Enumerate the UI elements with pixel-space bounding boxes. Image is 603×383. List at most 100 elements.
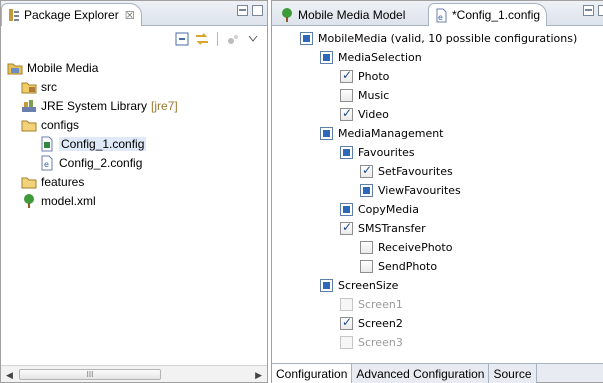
feature-selected-icon[interactable] bbox=[320, 278, 333, 292]
feature-selected-icon[interactable] bbox=[300, 31, 313, 45]
feature-model-icon bbox=[21, 193, 37, 209]
feature-row[interactable]: Music bbox=[340, 86, 389, 104]
scrollbar-thumb[interactable]: III bbox=[19, 369, 161, 380]
config-file-icon: e bbox=[435, 8, 448, 23]
feature-checkbox[interactable] bbox=[360, 163, 373, 178]
feature-selected-icon[interactable] bbox=[340, 202, 353, 216]
view-menu-icon[interactable] bbox=[245, 31, 261, 47]
feature-checkbox[interactable] bbox=[340, 297, 353, 311]
svg-text:e: e bbox=[438, 13, 443, 22]
feature-label: MediaManagement bbox=[338, 126, 444, 140]
feature-checkbox[interactable] bbox=[340, 88, 353, 102]
tree-item-src[interactable]: src bbox=[21, 78, 57, 96]
feature-row[interactable]: ScreenSize bbox=[320, 276, 398, 294]
feature-label: CopyMedia bbox=[358, 202, 419, 216]
config-editor: Mobile Media Model e *Config_1.config Mo… bbox=[271, 0, 603, 383]
feature-label: Music bbox=[358, 88, 390, 102]
feature-row[interactable]: MobileMedia (valid, 10 possible configur… bbox=[300, 29, 577, 47]
package-explorer-view: Package Explorer ☒ Mobile Media src JRE … bbox=[0, 0, 268, 383]
minimize-icon[interactable] bbox=[237, 5, 248, 16]
feature-row[interactable]: Video bbox=[340, 105, 389, 123]
tree-item-config-1[interactable]: Config_1.config bbox=[39, 135, 147, 153]
tab-label: *Config_1.config bbox=[452, 8, 541, 22]
feature-selected-icon[interactable] bbox=[320, 126, 333, 140]
feature-row[interactable]: Screen1 bbox=[340, 295, 403, 313]
feature-label: Favourites bbox=[358, 145, 415, 159]
feature-row[interactable]: Photo bbox=[340, 67, 389, 85]
feature-row[interactable]: ReceivePhoto bbox=[360, 238, 452, 256]
feature-row[interactable]: Screen2 bbox=[340, 314, 403, 332]
feature-selected-icon[interactable] bbox=[320, 50, 333, 64]
feature-selected-icon[interactable] bbox=[360, 183, 373, 197]
package-explorer-tabbar: Package Explorer ☒ bbox=[1, 1, 267, 26]
feature-checkbox[interactable] bbox=[340, 106, 353, 121]
feature-label: SendPhoto bbox=[378, 259, 438, 273]
config-file-icon: e bbox=[39, 155, 55, 171]
feature-row[interactable]: MediaManagement bbox=[320, 124, 444, 142]
feature-label: MobileMedia (valid, 10 possible configur… bbox=[318, 31, 578, 45]
maximize-icon[interactable] bbox=[252, 5, 263, 16]
tab-advanced-configuration[interactable]: Advanced Configuration bbox=[352, 364, 490, 383]
feature-checkbox[interactable] bbox=[360, 240, 373, 254]
collapse-all-icon[interactable] bbox=[174, 31, 190, 47]
tab-configuration[interactable]: Configuration bbox=[272, 364, 353, 383]
horizontal-scrollbar[interactable]: ◀ III ▶ bbox=[1, 365, 267, 382]
feature-row[interactable]: SMSTransfer bbox=[340, 219, 426, 237]
editor-tabbar: Mobile Media Model e *Config_1.config bbox=[272, 1, 603, 26]
tree-item-model-xml[interactable]: model.xml bbox=[21, 192, 96, 210]
feature-label: Screen1 bbox=[358, 297, 403, 311]
tab-config-1[interactable]: e *Config_1.config bbox=[428, 3, 548, 26]
tab-label: Package Explorer bbox=[24, 8, 119, 22]
feature-label: Video bbox=[358, 107, 389, 121]
minimize-icon[interactable] bbox=[583, 5, 594, 16]
feature-row[interactable]: Favourites bbox=[340, 143, 415, 161]
feature-row[interactable]: Screen3 bbox=[340, 333, 403, 351]
feature-label: Photo bbox=[358, 69, 390, 83]
feature-row[interactable]: ViewFavourites bbox=[360, 181, 461, 199]
feature-checkbox[interactable] bbox=[340, 220, 353, 235]
tab-mobile-media-model[interactable]: Mobile Media Model bbox=[274, 3, 411, 26]
tree-item-config-2[interactable]: e Config_2.config bbox=[39, 154, 142, 172]
tab-package-explorer[interactable]: Package Explorer ☒ bbox=[1, 3, 142, 26]
feature-checkbox[interactable] bbox=[360, 259, 373, 273]
tree-item-configs[interactable]: configs bbox=[21, 116, 79, 134]
tree-item-project[interactable]: Mobile Media bbox=[7, 59, 98, 77]
feature-selected-icon[interactable] bbox=[340, 145, 353, 159]
library-icon bbox=[21, 98, 37, 114]
feature-label: SMSTransfer bbox=[358, 221, 426, 235]
tab-label: Mobile Media Model bbox=[298, 7, 406, 22]
toolbar-separator bbox=[217, 32, 218, 46]
project-icon bbox=[7, 60, 23, 76]
feature-label: ReceivePhoto bbox=[378, 240, 453, 254]
link-with-editor-icon[interactable] bbox=[194, 31, 210, 47]
library-decoration: [jre7] bbox=[151, 99, 178, 113]
tree-item-features[interactable]: features bbox=[21, 173, 84, 191]
source-folder-icon bbox=[21, 79, 37, 95]
feature-checkbox[interactable] bbox=[340, 315, 353, 330]
scroll-right-icon[interactable]: ▶ bbox=[255, 370, 262, 381]
feature-checkbox[interactable] bbox=[340, 68, 353, 83]
config-file-icon bbox=[39, 136, 55, 152]
focus-task-icon[interactable] bbox=[225, 31, 241, 47]
feature-label: MediaSelection bbox=[338, 50, 422, 64]
tree-item-jre-library[interactable]: JRE System Library [jre7] bbox=[21, 97, 178, 115]
feature-label: ScreenSize bbox=[338, 278, 399, 292]
feature-row[interactable]: CopyMedia bbox=[340, 200, 419, 218]
feature-row[interactable]: SetFavourites bbox=[360, 162, 453, 180]
folder-icon bbox=[21, 174, 37, 190]
tab-source[interactable]: Source bbox=[489, 364, 537, 383]
feature-model-icon bbox=[280, 7, 294, 22]
feature-row[interactable]: SendPhoto bbox=[360, 257, 437, 275]
feature-configuration-tree: MobileMedia (valid, 10 possible configur… bbox=[272, 27, 603, 363]
feature-checkbox[interactable] bbox=[340, 335, 353, 349]
feature-label: SetFavourites bbox=[378, 164, 453, 178]
view-toolbar bbox=[174, 29, 261, 49]
editor-page-tabs: Configuration Advanced Configuration Sou… bbox=[272, 363, 603, 383]
scroll-left-icon[interactable]: ◀ bbox=[6, 370, 13, 381]
feature-label: Screen3 bbox=[358, 335, 403, 349]
maximize-icon[interactable] bbox=[598, 5, 603, 16]
feature-row[interactable]: MediaSelection bbox=[320, 48, 422, 66]
feature-label: ViewFavourites bbox=[378, 183, 461, 197]
package-explorer-icon bbox=[8, 8, 20, 22]
close-icon[interactable]: ☒ bbox=[125, 9, 135, 22]
